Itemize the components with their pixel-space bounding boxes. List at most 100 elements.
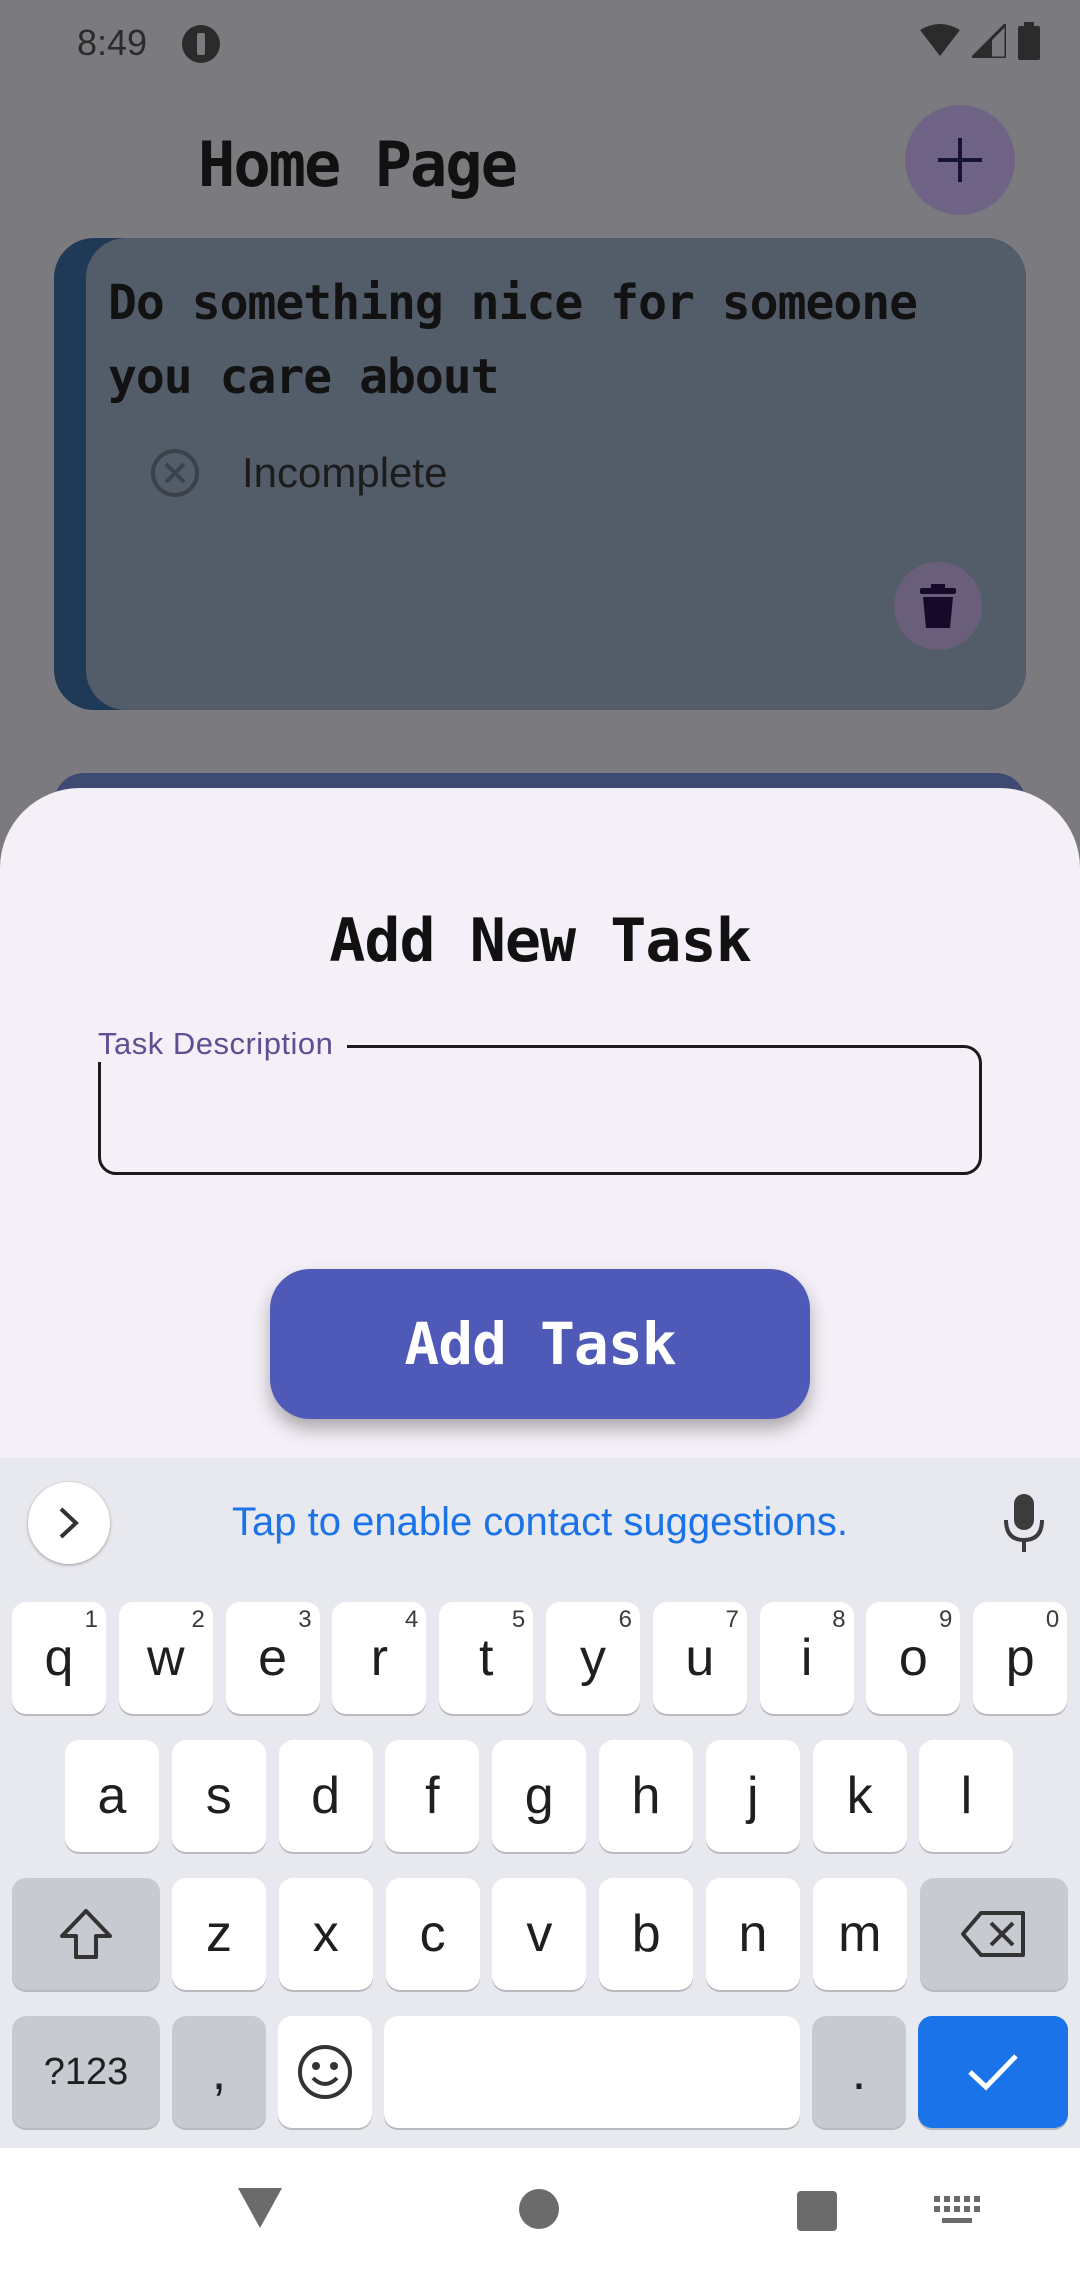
- key-hint: 7: [725, 1606, 739, 1633]
- backspace-key[interactable]: [920, 1878, 1068, 1990]
- status-label: Incomplete: [242, 449, 448, 496]
- key-label: u: [685, 1629, 715, 1687]
- key-hint: 1: [84, 1606, 98, 1633]
- key-label: e: [258, 1629, 288, 1687]
- key-w[interactable]: w2: [118, 1602, 213, 1714]
- key-g[interactable]: g: [492, 1740, 587, 1852]
- notification-app-icon: [182, 25, 220, 63]
- plus-icon: [938, 138, 982, 182]
- task-description-field[interactable]: [98, 1045, 982, 1175]
- backspace-icon: [961, 1911, 1025, 1957]
- add-task-sheet: Add New Task Task Description Add Task: [0, 788, 1080, 1468]
- key-d[interactable]: d: [278, 1740, 373, 1852]
- key-i[interactable]: i8: [759, 1602, 854, 1714]
- key-label: h: [631, 1767, 661, 1825]
- key-label: s: [205, 1767, 232, 1825]
- task-card-body: Do something nice for someone you care a…: [86, 238, 1026, 710]
- key-label: n: [738, 1905, 768, 1963]
- key-hint: 0: [1045, 1606, 1060, 1633]
- microphone-icon: [1004, 1494, 1044, 1552]
- task-description-label: Task Description: [98, 1026, 348, 1062]
- key-label: r: [370, 1629, 389, 1687]
- task-card[interactable]: Do something nice for someone you care a…: [54, 238, 1026, 710]
- back-triangle-icon[interactable]: [238, 2188, 282, 2228]
- key-y[interactable]: y6: [546, 1602, 640, 1714]
- key-label: y: [580, 1629, 606, 1687]
- key-label: z: [206, 1905, 232, 1963]
- key-hint: 4: [405, 1606, 419, 1633]
- key-n[interactable]: n: [706, 1878, 800, 1990]
- key-q[interactable]: q1: [12, 1602, 106, 1714]
- key-label: j: [747, 1767, 759, 1825]
- page-title: Home Page: [198, 128, 518, 201]
- emoji-key[interactable]: [278, 2016, 372, 2128]
- app-header: Home Page: [0, 90, 1080, 230]
- navigation-bar: [0, 2148, 1080, 2280]
- key-f[interactable]: f: [385, 1740, 480, 1852]
- key-label: q: [44, 1629, 74, 1687]
- comma-key[interactable]: ,: [172, 2016, 266, 2128]
- key-e[interactable]: e3: [225, 1602, 320, 1714]
- key-label: d: [311, 1767, 341, 1825]
- task-status[interactable]: Incomplete: [150, 448, 447, 498]
- contact-suggestion-prompt[interactable]: Tap to enable contact suggestions.: [0, 1500, 1080, 1545]
- key-label: w: [147, 1629, 185, 1687]
- signal-icon: [972, 24, 1006, 58]
- key-hint: 2: [191, 1606, 205, 1633]
- key-label: x: [312, 1905, 339, 1963]
- mic-button[interactable]: [1000, 1494, 1048, 1559]
- key-label: k: [846, 1767, 873, 1825]
- period-key[interactable]: .: [812, 2016, 906, 2128]
- key-hint: 6: [618, 1606, 632, 1633]
- emoji-icon: [298, 2045, 352, 2099]
- key-b[interactable]: b: [599, 1878, 694, 1990]
- status-icons: [920, 22, 1040, 60]
- delete-button[interactable]: [894, 562, 982, 650]
- status-time: 8:49: [77, 22, 148, 63]
- key-label: b: [631, 1905, 661, 1963]
- key-o[interactable]: o9: [866, 1602, 961, 1714]
- shift-icon: [60, 1909, 112, 1959]
- key-x[interactable]: x: [278, 1878, 373, 1990]
- key-l[interactable]: l: [919, 1740, 1014, 1852]
- soft-keyboard: Tap to enable contact suggestions. ?123 …: [0, 1458, 1080, 2148]
- key-u[interactable]: u7: [652, 1602, 747, 1714]
- keyboard-switch-icon[interactable]: [934, 2196, 980, 2226]
- key-r[interactable]: r4: [332, 1602, 427, 1714]
- key-z[interactable]: z: [172, 1878, 266, 1990]
- key-j[interactable]: j: [705, 1740, 800, 1852]
- key-label: i: [800, 1629, 813, 1687]
- add-task-fab[interactable]: [905, 105, 1015, 215]
- home-circle-icon[interactable]: [518, 2188, 560, 2230]
- key-hint: 3: [298, 1606, 312, 1633]
- sheet-title: Add New Task: [329, 906, 751, 976]
- recents-square-icon[interactable]: [797, 2191, 837, 2231]
- key-k[interactable]: k: [812, 1740, 907, 1852]
- key-a[interactable]: a: [65, 1740, 159, 1852]
- key-hint: 8: [832, 1606, 846, 1633]
- done-key[interactable]: [918, 2016, 1068, 2128]
- key-t[interactable]: t5: [439, 1602, 534, 1714]
- trash-icon: [920, 584, 956, 628]
- battery-icon: [1018, 22, 1040, 60]
- key-h[interactable]: h: [599, 1740, 693, 1852]
- key-label: v: [526, 1905, 553, 1963]
- key-label: c: [419, 1905, 446, 1963]
- key-label: f: [425, 1767, 440, 1825]
- suggestion-bar: Tap to enable contact suggestions.: [0, 1458, 1080, 1586]
- key-v[interactable]: v: [492, 1878, 587, 1990]
- key-s[interactable]: s: [171, 1740, 266, 1852]
- wifi-icon: [920, 24, 960, 56]
- key-hint: 9: [939, 1606, 953, 1633]
- key-c[interactable]: c: [385, 1878, 480, 1990]
- key-hint: 5: [511, 1606, 526, 1633]
- shift-key[interactable]: [12, 1878, 160, 1990]
- space-key[interactable]: [384, 2016, 800, 2128]
- task-description-input[interactable]: [101, 1048, 979, 1172]
- incomplete-x-icon: [151, 449, 199, 497]
- key-label: p: [1005, 1629, 1035, 1687]
- key-m[interactable]: m: [812, 1878, 907, 1990]
- add-task-button[interactable]: Add Task: [270, 1269, 810, 1419]
- symbols-key[interactable]: ?123: [12, 2016, 160, 2128]
- key-p[interactable]: p0: [973, 1602, 1068, 1714]
